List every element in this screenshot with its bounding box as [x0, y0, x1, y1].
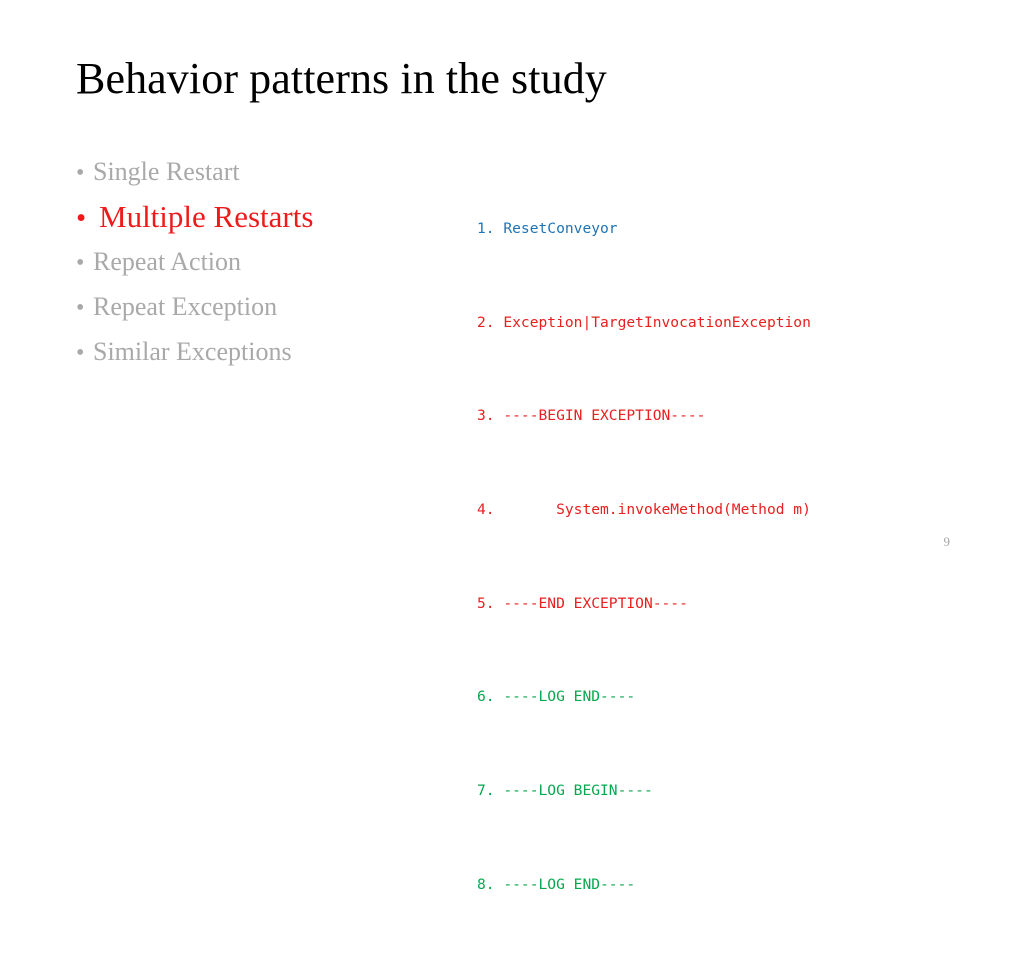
log-line-number: 4. — [477, 501, 495, 519]
log-line-text: Exception|TargetInvocationException — [494, 313, 811, 331]
bullet-dot-icon: • — [76, 202, 87, 234]
log-line: 7. ----LOG BEGIN---- — [477, 779, 811, 802]
bullet-dot-icon: • — [76, 340, 85, 366]
log-line: 8. ----LOG END---- — [477, 873, 811, 896]
list-item-single-restart[interactable]: • Single Restart — [76, 150, 436, 195]
bullet-dot-icon: • — [76, 160, 85, 186]
list-item-label: Single Restart — [93, 157, 240, 186]
log-line-number: 8. — [477, 875, 495, 893]
list-item-repeat-action[interactable]: • Repeat Action — [76, 240, 436, 285]
bullet-dot-icon: • — [76, 295, 85, 321]
behavior-pattern-list: • Single Restart • Multiple Restarts • R… — [76, 150, 436, 375]
slide-canvas: Behavior patterns in the study • Single … — [0, 0, 1024, 893]
log-line: 4. System.invokeMethod(Method m) — [477, 498, 811, 521]
log-line: 2. Exception|TargetInvocationException — [477, 311, 811, 334]
list-item-multiple-restarts[interactable]: • Multiple Restarts — [76, 195, 436, 240]
log-line: 5. ----END EXCEPTION---- — [477, 592, 811, 615]
list-item-similar-exceptions[interactable]: • Similar Exceptions — [76, 330, 436, 375]
log-line: 6. ----LOG END---- — [477, 685, 811, 708]
log-line-number: 2. — [477, 313, 495, 331]
log-line-text: ----LOG BEGIN---- — [494, 781, 653, 799]
log-line-number: 3. — [477, 407, 495, 425]
log-line-text: ResetConveyor — [494, 220, 618, 238]
log-line: 1. ResetConveyor — [477, 217, 811, 240]
list-item-repeat-exception[interactable]: • Repeat Exception — [76, 285, 436, 330]
list-item-label: Repeat Exception — [93, 292, 278, 321]
log-line-text: ----END EXCEPTION---- — [494, 594, 688, 612]
log-line-number: 5. — [477, 594, 495, 612]
log-line-text: System.invokeMethod(Method m) — [494, 501, 811, 519]
log-line-number: 7. — [477, 781, 495, 799]
page-title: Behavior patterns in the study — [76, 54, 607, 103]
log-line-number: 6. — [477, 688, 495, 706]
log-line-text: ----BEGIN EXCEPTION---- — [494, 407, 706, 425]
log-line-text: ----LOG END---- — [494, 875, 636, 893]
log-line-number: 1. — [477, 220, 495, 238]
list-item-label: Multiple Restarts — [99, 199, 314, 234]
log-line-text: ----LOG END---- — [494, 688, 636, 706]
list-item-label: Repeat Action — [93, 247, 242, 276]
list-item-label: Similar Exceptions — [93, 337, 292, 366]
event-log-listing: 1. ResetConveyor 2. Exception|TargetInvo… — [477, 147, 811, 966]
log-line: 3. ----BEGIN EXCEPTION---- — [477, 404, 811, 427]
slide-page-number: 9 — [943, 534, 951, 549]
bullet-dot-icon: • — [76, 250, 85, 276]
